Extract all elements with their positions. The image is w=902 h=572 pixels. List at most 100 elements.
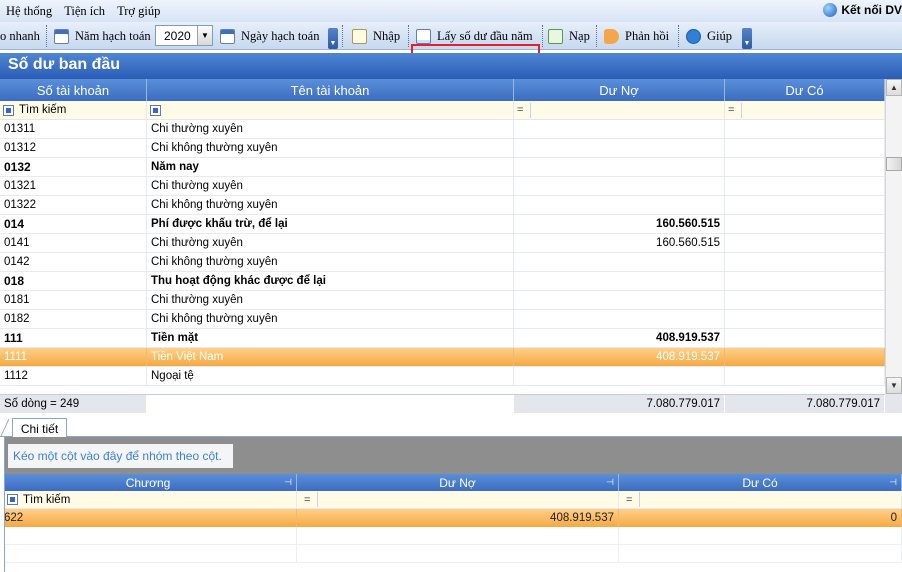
table-row[interactable]: 01322 Chi không thường xuyên xyxy=(0,196,885,215)
help-button[interactable]: Giúp xyxy=(686,22,732,50)
table-row[interactable]: 01321 Chi thường xuyên xyxy=(0,177,885,196)
table-row[interactable]: 0142 Chi không thường xuyên xyxy=(0,253,885,272)
account-name-cell: Chi không thường xuyên xyxy=(147,310,514,328)
table-row[interactable]: 0132 Năm nay xyxy=(0,158,885,177)
account-name-cell: Phí được khấu trừ, để lại xyxy=(147,215,514,233)
debit-cell xyxy=(514,158,725,176)
debit-cell: 408.919.537 xyxy=(514,329,725,347)
detail-tabstrip: Chi tiết xyxy=(0,413,902,438)
megaphone-icon xyxy=(604,28,619,44)
column-detail-debit[interactable]: Dư Nợ ⊣ xyxy=(297,474,619,491)
menu-help[interactable]: Trợ giúp xyxy=(111,4,166,19)
account-name-cell: Chi không thường xuyên xyxy=(147,196,514,214)
credit-cell xyxy=(725,348,885,366)
detail-search-row: Tìm kiếm = = xyxy=(0,491,902,509)
group-by-hint: Kéo một cột vào đây để nhóm theo cột. xyxy=(8,444,233,468)
get-opening-balance-label: Lấy số dư đầu năm xyxy=(437,28,533,43)
help-label: Giúp xyxy=(707,28,732,43)
column-chapter[interactable]: Chương ⊣ xyxy=(0,474,297,491)
pin-icon[interactable]: ⊣ xyxy=(284,477,292,488)
posting-date-button[interactable]: Ngày hạch toán xyxy=(220,22,319,50)
calendar-icon xyxy=(54,28,69,44)
account-name-cell: Chi thường xuyên xyxy=(147,291,514,309)
search-detail-credit[interactable]: = xyxy=(619,491,902,508)
search-account-number[interactable]: Tìm kiếm xyxy=(0,101,147,119)
equals-icon: = xyxy=(728,104,735,116)
table-row[interactable]: 1112 Ngoại tệ xyxy=(0,367,885,386)
feedback-label: Phản hồi xyxy=(625,28,670,43)
pin-icon[interactable]: ⊣ xyxy=(889,477,897,488)
toolbar-overflow-chevron[interactable]: ▼ xyxy=(742,28,752,49)
document-icon xyxy=(416,28,431,44)
table-row[interactable]: 01312 Chi không thường xuyên xyxy=(0,139,885,158)
scroll-down-icon[interactable]: ▼ xyxy=(886,377,902,394)
chevron-down-icon[interactable]: ▼ xyxy=(197,26,212,45)
debit-cell: 160.560.515 xyxy=(514,215,725,233)
filter-icon xyxy=(7,494,18,505)
toolbar-overflow-chevron[interactable]: ▼ xyxy=(328,28,338,49)
search-account-name[interactable] xyxy=(147,101,514,119)
column-credit[interactable]: Dư Có xyxy=(725,79,885,101)
table-row[interactable]: 01311 Chi thường xuyên xyxy=(0,120,885,139)
table-row[interactable]: 0182 Chi không thường xuyên xyxy=(0,310,885,329)
debit-cell xyxy=(514,253,725,271)
table-row[interactable]: 111 Tiền mặt 408.919.537 xyxy=(0,329,885,348)
divider xyxy=(741,102,743,118)
fiscal-year-select[interactable]: 2020 ▼ xyxy=(155,25,213,46)
debit-cell xyxy=(514,120,725,138)
scroll-up-icon[interactable]: ▲ xyxy=(886,79,902,96)
menu-system[interactable]: Hệ thống xyxy=(0,4,58,19)
toolbar-separator xyxy=(46,25,48,47)
posting-date-label: Ngày hạch toán xyxy=(241,28,320,43)
detail-row[interactable]: 622 408.919.537 0 xyxy=(0,509,902,527)
detail-chapter-cell: 622 xyxy=(0,509,297,527)
account-name-cell: Chi thường xuyên xyxy=(147,234,514,252)
divider xyxy=(639,492,641,507)
quick-access-button[interactable]: o nhanh xyxy=(0,22,40,50)
column-detail-credit[interactable]: Dư Có ⊣ xyxy=(619,474,902,491)
search-credit[interactable]: = xyxy=(725,101,885,119)
scroll-thumb[interactable] xyxy=(886,157,902,171)
toolbar-separator xyxy=(542,25,544,47)
feedback-button[interactable]: Phản hồi xyxy=(604,22,669,50)
account-name-cell: Tiền mặt xyxy=(147,329,514,347)
credit-cell xyxy=(725,367,885,385)
divider xyxy=(530,102,532,118)
grid-header: Số tài khoản Tên tài khoản Dư Nợ Dư Có xyxy=(0,79,885,101)
column-account-name[interactable]: Tên tài khoản xyxy=(147,79,514,101)
globe-icon xyxy=(823,3,838,17)
detail-left-edge xyxy=(0,437,5,572)
grid-body: 01311 Chi thường xuyên 01312 Chi không thườ… xyxy=(0,120,885,394)
connect-label: Kết nối DV xyxy=(841,3,902,17)
account-number-cell: 018 xyxy=(0,272,147,290)
column-account-number[interactable]: Số tài khoản xyxy=(0,79,147,101)
pin-icon[interactable]: ⊣ xyxy=(606,477,614,488)
toolbar-separator xyxy=(342,25,344,47)
connect-service-button[interactable]: Kết nối DV xyxy=(823,3,902,17)
group-by-panel[interactable]: Kéo một cột vào đây để nhóm theo cột. xyxy=(0,437,902,474)
tab-detail[interactable]: Chi tiết xyxy=(12,418,67,438)
table-row[interactable]: 0141 Chi thường xuyên 160.560.515 xyxy=(0,234,885,253)
load-button[interactable]: Nạp xyxy=(548,22,590,50)
equals-icon: = xyxy=(626,493,633,506)
table-row[interactable]: 0181 Chi thường xuyên xyxy=(0,291,885,310)
account-name-cell: Ngoại tệ xyxy=(147,367,514,385)
debit-total: 7.080.779.017 xyxy=(514,395,725,413)
table-row[interactable]: 014 Phí được khấu trừ, để lại 160.560.515 xyxy=(0,215,885,234)
account-number-cell: 0142 xyxy=(0,253,147,271)
vertical-scrollbar[interactable]: ▲ ▼ xyxy=(885,79,902,394)
column-debit[interactable]: Dư Nợ xyxy=(514,79,725,101)
footer-blank xyxy=(147,395,514,413)
app-window: Hệ thống Tiện ích Trợ giúp Kết nối DV o … xyxy=(0,0,902,572)
import-button[interactable]: Nhập xyxy=(352,22,400,50)
table-row[interactable]: 018 Thu hoạt động khác được để lại xyxy=(0,272,885,291)
credit-cell xyxy=(725,234,885,252)
search-chapter[interactable]: Tìm kiếm xyxy=(0,491,297,508)
menu-utilities[interactable]: Tiện ích xyxy=(58,4,111,19)
search-debit[interactable]: = xyxy=(514,101,725,119)
search-detail-debit[interactable]: = xyxy=(297,491,619,508)
credit-cell xyxy=(725,215,885,233)
account-number-cell: 0141 xyxy=(0,234,147,252)
fiscal-year-label: Năm hạch toán xyxy=(54,22,151,50)
table-row[interactable]: 1111 Tiền Việt Nam 408.919.537 xyxy=(0,348,885,367)
